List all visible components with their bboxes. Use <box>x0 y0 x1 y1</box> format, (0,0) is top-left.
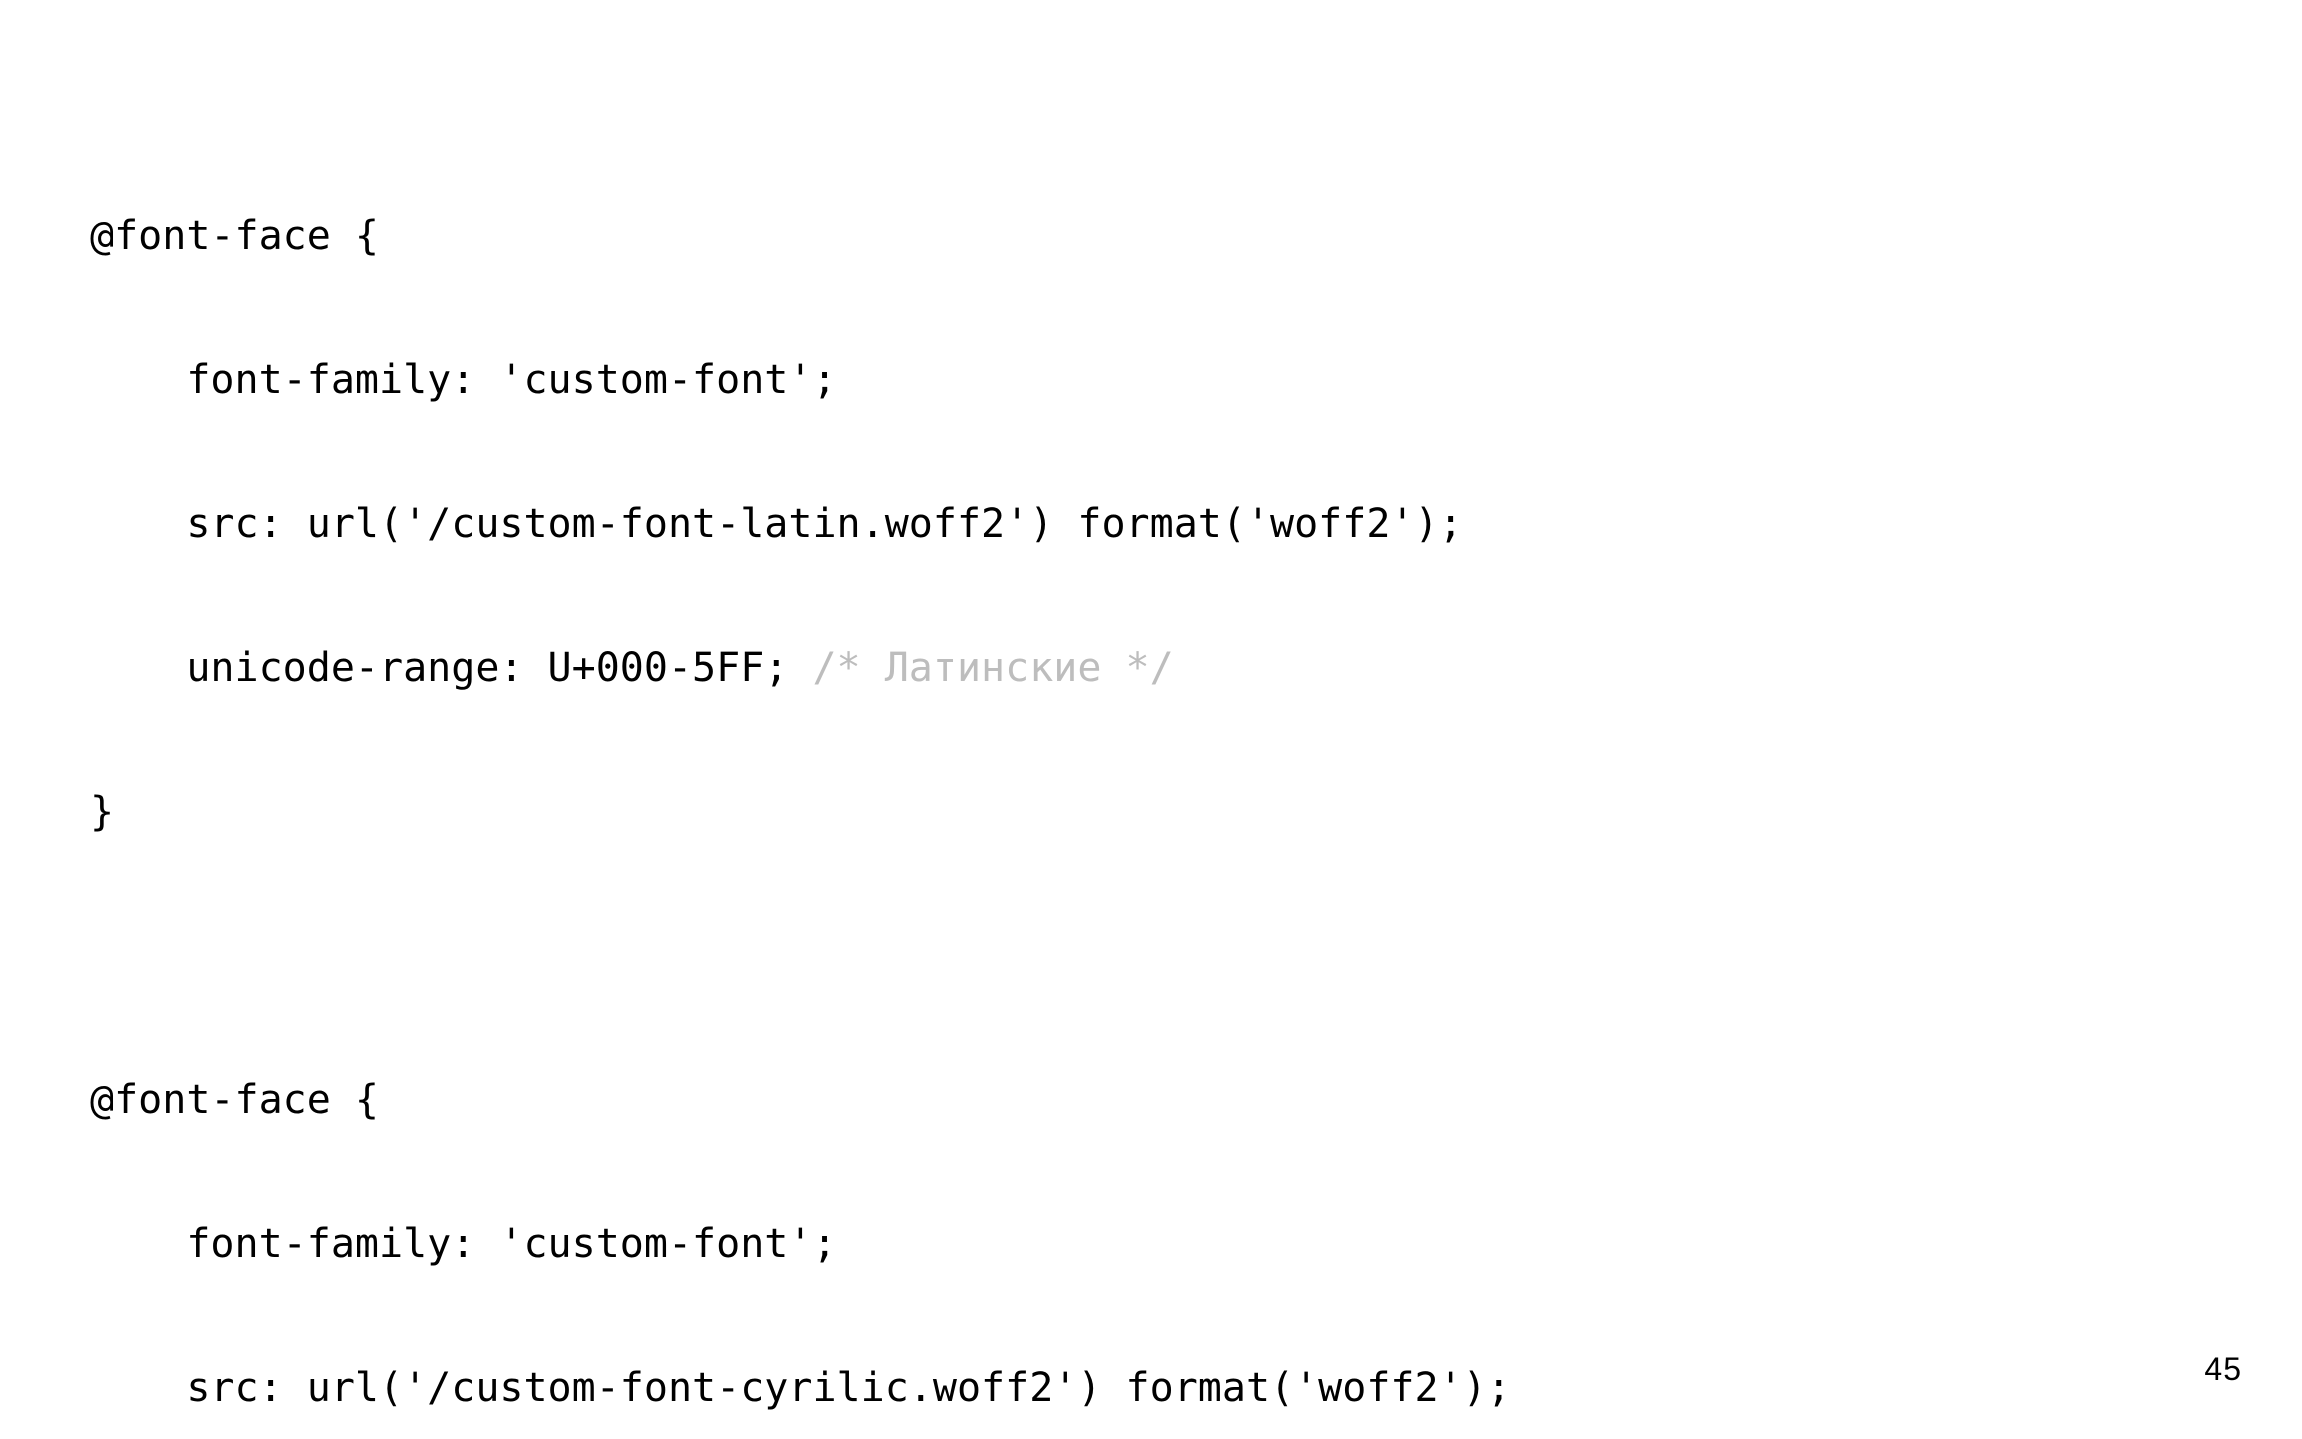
indent <box>90 1352 186 1424</box>
code-line: unicode-range: U+000-5FF; /* Латинские *… <box>90 632 2212 704</box>
comment-latin: /* Латинские */ <box>812 645 1173 691</box>
page-number: 45 <box>2204 1341 2242 1399</box>
code-line: @font-face { <box>90 200 2212 272</box>
indent <box>90 632 186 704</box>
rule-close: } <box>90 789 114 835</box>
code-line: } <box>90 776 2212 848</box>
indent <box>90 488 186 560</box>
code-block: @font-face { font-family: 'custom-font';… <box>90 200 2212 1439</box>
property-src: src: url('/custom-font-latin.woff2') for… <box>186 501 1462 547</box>
rule-open: @font-face { <box>90 213 379 259</box>
property-font-family: font-family: 'custom-font'; <box>186 357 836 403</box>
property-unicode-range: unicode-range: U+000-5FF; <box>186 645 812 691</box>
code-line: src: url('/custom-font-cyrilic.woff2') f… <box>90 1352 2212 1424</box>
slide: @font-face { font-family: 'custom-font';… <box>0 0 2302 1439</box>
indent <box>90 344 186 416</box>
blank-line <box>90 920 2212 992</box>
rule-open: @font-face { <box>90 1077 379 1123</box>
code-line: @font-face { <box>90 1064 2212 1136</box>
code-line: font-family: 'custom-font'; <box>90 344 2212 416</box>
code-line: src: url('/custom-font-latin.woff2') for… <box>90 488 2212 560</box>
indent <box>90 1208 186 1280</box>
property-src: src: url('/custom-font-cyrilic.woff2') f… <box>186 1365 1511 1411</box>
property-font-family: font-family: 'custom-font'; <box>186 1221 836 1267</box>
code-line: font-family: 'custom-font'; <box>90 1208 2212 1280</box>
